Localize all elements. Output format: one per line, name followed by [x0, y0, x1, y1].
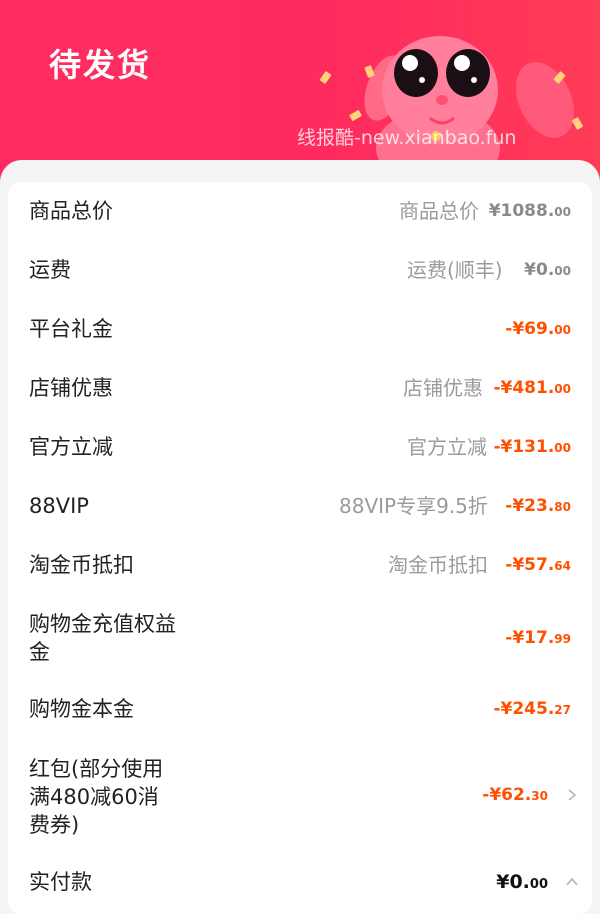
page-title: 待发货 — [49, 46, 152, 84]
price-row-total: 商品总价 商品总价 ¥1088.00 — [8, 197, 592, 227]
row-label: 店铺优惠 — [29, 376, 113, 400]
row-label: 购物金本金 — [29, 697, 134, 721]
row-label: 红包(部分使用满480减60消费券) — [29, 757, 164, 837]
row-label: 淘金币抵扣 — [29, 553, 134, 577]
row-amount: -¥57.64 — [505, 555, 571, 575]
row-label: 实付款 — [29, 870, 92, 894]
price-row-official-discount: 官方立减 官方立减 -¥131.00 — [8, 433, 592, 463]
row-amount: -¥17.99 — [505, 628, 571, 648]
price-row-shopping-credit-bonus: 购物金充值权益金 -¥17.99 — [8, 610, 592, 666]
row-amount: ¥0.00 — [524, 260, 571, 280]
confetti-icon — [319, 70, 332, 85]
row-amount: -¥131.00 — [493, 437, 571, 457]
chevron-up-icon[interactable] — [564, 876, 580, 888]
row-desc: 官方立减 — [407, 435, 487, 459]
row-label: 运费 — [29, 258, 71, 282]
row-label: 官方立减 — [29, 435, 113, 459]
price-row-red-packet[interactable]: 红包(部分使用满480减60消费券) -¥62.30 — [8, 755, 592, 839]
row-label: 购物金充值权益金 — [29, 612, 176, 664]
price-row-88vip: 88VIP 88VIP专享9.5折 -¥23.80 — [8, 492, 592, 522]
row-desc: 店铺优惠 — [403, 376, 483, 400]
row-amount: -¥69.00 — [505, 319, 571, 339]
watermark-text: 线报酷-new.xianbao.fun — [297, 127, 517, 149]
price-row-store-discount: 店铺优惠 店铺优惠 -¥481.00 — [8, 374, 592, 404]
row-label: 88VIP — [29, 494, 89, 518]
price-detail-list: 商品总价 商品总价 ¥1088.00 运费 运费(顺丰) ¥0.00 平台礼金 … — [8, 182, 592, 914]
row-amount: -¥481.00 — [493, 378, 571, 398]
price-row-platform-gift: 平台礼金 -¥69.00 — [8, 315, 592, 345]
row-amount: ¥1088.00 — [488, 201, 571, 221]
price-row-shipping: 运费 运费(顺丰) ¥0.00 — [8, 256, 592, 286]
row-amount: ¥0.00 — [496, 871, 548, 893]
price-row-paid-total[interactable]: 实付款 ¥0.00 — [8, 868, 592, 898]
row-amount: -¥62.30 — [482, 785, 548, 805]
row-label: 商品总价 — [29, 199, 113, 223]
row-desc: 淘金币抵扣 — [388, 553, 488, 577]
row-label: 平台礼金 — [29, 317, 113, 341]
price-detail-card: 商品总价 商品总价 ¥1088.00 运费 运费(顺丰) ¥0.00 平台礼金 … — [0, 160, 600, 914]
row-amount: -¥23.80 — [505, 496, 571, 516]
row-desc: 88VIP专享9.5折 — [339, 494, 488, 518]
chevron-right-icon[interactable] — [566, 789, 578, 801]
price-row-shopping-credit-principal: 购物金本金 -¥245.27 — [8, 695, 592, 725]
row-amount: -¥245.27 — [493, 699, 571, 719]
row-desc: 运费(顺丰) — [407, 258, 503, 282]
price-row-taojinbi: 淘金币抵扣 淘金币抵扣 -¥57.64 — [8, 551, 592, 581]
row-desc: 商品总价 — [399, 199, 479, 223]
